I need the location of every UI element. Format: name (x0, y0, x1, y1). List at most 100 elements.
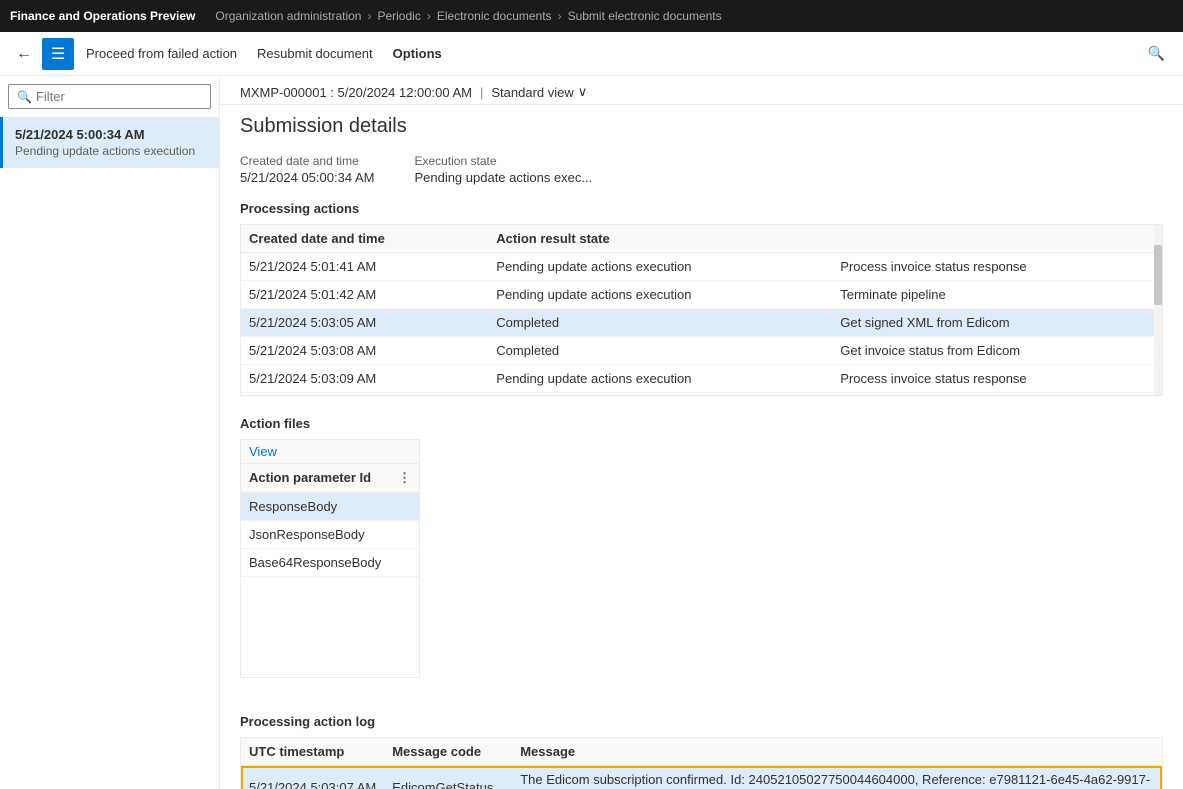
row-date: 5/21/2024 5:01:41 AM (241, 253, 488, 281)
fields-row: Created date and time 5/21/2024 05:00:34… (240, 154, 1163, 185)
filter-search-icon: 🔍 (17, 90, 32, 104)
processing-actions-row[interactable]: 5/21/2024 5:01:41 AM Pending update acti… (241, 253, 1162, 281)
row-date: 5/21/2024 5:03:05 AM (241, 309, 488, 337)
processing-actions-header: Created date and time Action result stat… (241, 225, 1162, 253)
record-id: MXMP-000001 : 5/20/2024 12:00:00 AM (240, 85, 472, 100)
home-button[interactable]: ☰ (42, 38, 74, 70)
view-label: Standard view (491, 85, 573, 100)
breadcrumb: Organization administration › Periodic ›… (215, 9, 721, 23)
top-nav: Finance and Operations Preview Organizat… (0, 0, 1183, 32)
filter-input-wrapper: 🔍 (8, 84, 211, 109)
action-file-value: ResponseBody (241, 493, 419, 521)
toolbar: ← ☰ Proceed from failed action Resubmit … (0, 32, 1183, 76)
right-panel (440, 416, 1163, 698)
sidebar-item-date: 5/21/2024 5:00:34 AM (15, 127, 207, 142)
row-action-name: Process invoice status response (832, 253, 1162, 281)
execution-label: Execution state (414, 154, 592, 168)
processing-actions-section: Processing actions Created date and time… (240, 201, 1163, 396)
row-action-name: Process invoice status response (832, 365, 1162, 393)
row-state: Completed (488, 337, 832, 365)
row-date: 5/21/2024 5:03:09 AM (241, 365, 488, 393)
row-date: 5/21/2024 5:03:09 AM (241, 393, 488, 396)
processing-actions-row[interactable]: 5/21/2024 5:03:09 AM Pending update acti… (241, 393, 1162, 396)
bottom-sections: Action files View Action parameter Id ⋮ (240, 416, 1163, 698)
created-label: Created date and time (240, 154, 374, 168)
chevron-down-icon: ∨ (578, 84, 588, 100)
sidebar: 🔍 5/21/2024 5:00:34 AM Pending update ac… (0, 76, 220, 789)
page-content: Submission details Created date and time… (220, 105, 1183, 789)
action-files-container: View Action parameter Id ⋮ (240, 439, 420, 678)
log-col-message: Message (512, 738, 1162, 766)
action-files-row[interactable]: ResponseBody (241, 493, 419, 521)
row-state: Pending update actions execution (488, 393, 832, 396)
processing-actions-row[interactable]: 5/21/2024 5:03:08 AM Completed Get invoi… (241, 337, 1162, 365)
row-state: Pending update actions execution (488, 365, 832, 393)
processing-actions-title: Processing actions (240, 201, 1163, 216)
created-field: Created date and time 5/21/2024 05:00:34… (240, 154, 374, 185)
processing-actions-row[interactable]: 5/21/2024 5:03:05 AM Completed Get signe… (241, 309, 1162, 337)
breadcrumb-sep-3: › (558, 9, 562, 23)
log-col-code: Message code (384, 738, 512, 766)
log-col-timestamp: UTC timestamp (241, 738, 384, 766)
row-date: 5/21/2024 5:01:42 AM (241, 281, 488, 309)
filter-box: 🔍 (0, 76, 219, 117)
options-button[interactable]: Options (385, 42, 450, 65)
resubmit-document-button[interactable]: Resubmit document (249, 42, 381, 65)
row-action-name: Get signed XML from Edicom (832, 309, 1162, 337)
sub-header-sep: | (480, 85, 483, 100)
processing-actions-row[interactable]: 5/21/2024 5:01:42 AM Pending update acti… (241, 281, 1162, 309)
view-selector[interactable]: Standard view ∨ (491, 84, 587, 100)
processing-log-section: Processing action log UTC timestamp Mess… (240, 714, 1163, 789)
action-file-value: Base64ResponseBody (241, 549, 419, 577)
col-result-state: Action result state (488, 225, 832, 253)
log-header: UTC timestamp Message code Message (241, 738, 1162, 766)
breadcrumb-sep-2: › (427, 9, 431, 23)
row-date: 5/21/2024 5:03:08 AM (241, 337, 488, 365)
processing-actions-scroll[interactable]: Created date and time Action result stat… (241, 225, 1162, 395)
breadcrumb-item-2[interactable]: Periodic (377, 9, 420, 23)
breadcrumb-item-4[interactable]: Submit electronic documents (568, 9, 722, 23)
execution-value: Pending update actions exec... (414, 170, 592, 185)
row-action-name: Terminate pipeline (832, 393, 1162, 396)
log-row[interactable]: 5/21/2024 5:03:07 AM EdicomGetStatus... … (241, 766, 1162, 789)
action-files-header: Action parameter Id ⋮ (241, 464, 419, 493)
log-body: 5/21/2024 5:03:07 AM EdicomGetStatus... … (241, 766, 1162, 789)
breadcrumb-sep-1: › (367, 9, 371, 23)
action-file-value: JsonResponseBody (241, 521, 419, 549)
row-action-name: Get invoice status from Edicom (832, 337, 1162, 365)
filter-input[interactable] (36, 89, 212, 104)
col-action-param-id: Action parameter Id ⋮ (241, 464, 419, 493)
processing-actions-table: Created date and time Action result stat… (241, 225, 1162, 395)
action-files-table: Action parameter Id ⋮ ResponseBodyJsonRe… (241, 464, 419, 577)
processing-log-table: UTC timestamp Message code Message 5/21/… (241, 738, 1162, 789)
processing-actions-row[interactable]: 5/21/2024 5:03:09 AM Pending update acti… (241, 365, 1162, 393)
sidebar-item-0[interactable]: 5/21/2024 5:00:34 AM Pending update acti… (0, 117, 219, 168)
processing-actions-body: 5/21/2024 5:01:41 AM Pending update acti… (241, 253, 1162, 396)
action-files-options-icon[interactable]: ⋮ (398, 470, 411, 486)
created-value: 5/21/2024 05:00:34 AM (240, 170, 374, 185)
row-action-name: Terminate pipeline (832, 281, 1162, 309)
log-code: EdicomGetStatus... (384, 766, 512, 789)
col-created-date: Created date and time (241, 225, 488, 253)
sidebar-item-subtitle: Pending update actions execution (15, 144, 207, 158)
search-button[interactable]: 🔍 (1140, 41, 1173, 66)
scrollbar-track[interactable] (1154, 225, 1162, 395)
col-action-name (832, 225, 1162, 253)
app-name: Finance and Operations Preview (10, 9, 195, 23)
view-link[interactable]: View (249, 444, 277, 459)
content-area: MXMP-000001 : 5/20/2024 12:00:00 AM | St… (220, 76, 1183, 789)
action-files-row[interactable]: Base64ResponseBody (241, 549, 419, 577)
breadcrumb-item-1[interactable]: Organization administration (215, 9, 361, 23)
main-layout: 🔍 5/21/2024 5:00:34 AM Pending update ac… (0, 76, 1183, 789)
log-message: The Edicom subscription confirmed. Id: 2… (512, 766, 1162, 789)
log-timestamp: 5/21/2024 5:03:07 AM (241, 766, 384, 789)
scrollbar-thumb (1154, 245, 1162, 305)
processing-log-container: UTC timestamp Message code Message 5/21/… (240, 737, 1163, 789)
page-title: Submission details (240, 115, 1163, 138)
row-state: Completed (488, 309, 832, 337)
action-files-row[interactable]: JsonResponseBody (241, 521, 419, 549)
processing-log-title: Processing action log (240, 714, 1163, 729)
breadcrumb-item-3[interactable]: Electronic documents (437, 9, 552, 23)
back-button[interactable]: ← (10, 40, 38, 68)
proceed-failed-action-button[interactable]: Proceed from failed action (78, 42, 245, 65)
